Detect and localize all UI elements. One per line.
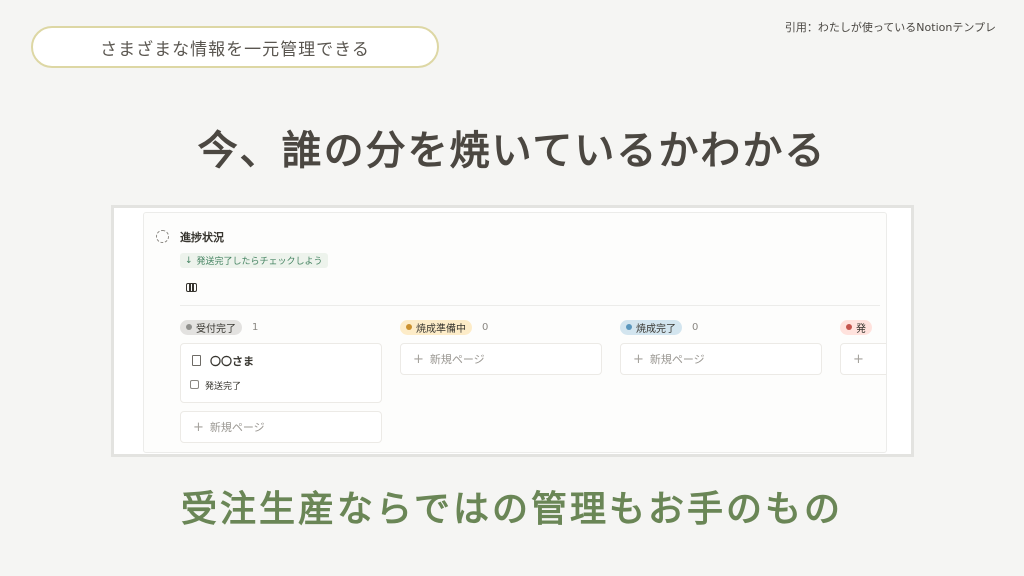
status-dot-icon <box>626 324 632 330</box>
new-page-button[interactable]: + <box>840 343 886 375</box>
arrow-down-icon: ↓ <box>185 255 193 266</box>
board-card[interactable]: 〇〇さま 発送完了 <box>180 343 382 403</box>
column-count: 1 <box>252 321 259 333</box>
callout-text: 発送完了したらチェックしよう <box>196 257 323 267</box>
loading-icon <box>156 230 169 243</box>
plus-icon: + <box>853 351 864 367</box>
status-tag[interactable]: 焼成完了 <box>620 319 682 335</box>
new-page-label: 新規ページ <box>429 353 485 366</box>
status-tag[interactable]: 発 <box>840 319 872 335</box>
status-dot-icon <box>846 324 852 330</box>
shipped-checkbox[interactable] <box>190 380 199 389</box>
status-tag[interactable]: 受付完了 <box>180 319 242 335</box>
status-label: 焼成完了 <box>636 323 676 335</box>
status-label: 発 <box>856 323 866 335</box>
board-column-received: 受付完了 1 〇〇さま 発送完了 + 新規ページ <box>180 319 382 443</box>
card-title: 〇〇さま <box>210 355 254 368</box>
plus-icon: + <box>193 419 204 435</box>
status-label: 焼成準備中 <box>416 323 466 335</box>
plus-icon: + <box>413 351 424 367</box>
topic-badge: さまざまな情報を一元管理できる <box>31 26 439 68</box>
column-count: 0 <box>692 321 699 333</box>
board-column-shipped: 発 + <box>840 319 886 375</box>
database-title[interactable]: 進捗状況 <box>180 229 224 245</box>
plus-icon: + <box>633 351 644 367</box>
divider <box>180 305 880 306</box>
topic-badge-label: さまざまな情報を一元管理できる <box>100 39 370 60</box>
status-dot-icon <box>186 324 192 330</box>
callout: ↓ 発送完了したらチェックしよう <box>180 253 328 268</box>
notion-board: 進捗状況 ↓ 発送完了したらチェックしよう 受付完了 1 〇〇さま 発送完了 +… <box>143 212 887 453</box>
board-column-baking-prep: 焼成準備中 0 + 新規ページ <box>400 319 602 375</box>
new-page-label: 新規ページ <box>209 421 265 434</box>
new-page-button[interactable]: + 新規ページ <box>400 343 602 375</box>
board-column-baked: 焼成完了 0 + 新規ページ <box>620 319 822 375</box>
citation-note: 引用：わたしが使っているNotionテンプレ <box>784 21 996 34</box>
page-headline: 今、誰の分を焼いているかわかる <box>197 128 827 174</box>
screenshot-frame: 進捗状況 ↓ 発送完了したらチェックしよう 受付完了 1 〇〇さま 発送完了 +… <box>111 205 914 457</box>
column-header: 発 <box>840 319 886 335</box>
checkbox-label: 発送完了 <box>205 382 242 392</box>
new-page-button[interactable]: + 新規ページ <box>180 411 382 443</box>
page-subheadline: 受注生産ならではの管理もお手のもの <box>181 489 843 530</box>
column-count: 0 <box>482 321 489 333</box>
page-icon <box>192 355 201 366</box>
new-page-label: 新規ページ <box>649 353 705 366</box>
column-header: 焼成準備中 0 <box>400 319 602 335</box>
new-page-button[interactable]: + 新規ページ <box>620 343 822 375</box>
column-header: 焼成完了 0 <box>620 319 822 335</box>
board-view-icon[interactable] <box>186 283 197 292</box>
status-tag[interactable]: 焼成準備中 <box>400 319 472 335</box>
column-header: 受付完了 1 <box>180 319 382 335</box>
status-dot-icon <box>406 324 412 330</box>
status-label: 受付完了 <box>196 323 236 335</box>
